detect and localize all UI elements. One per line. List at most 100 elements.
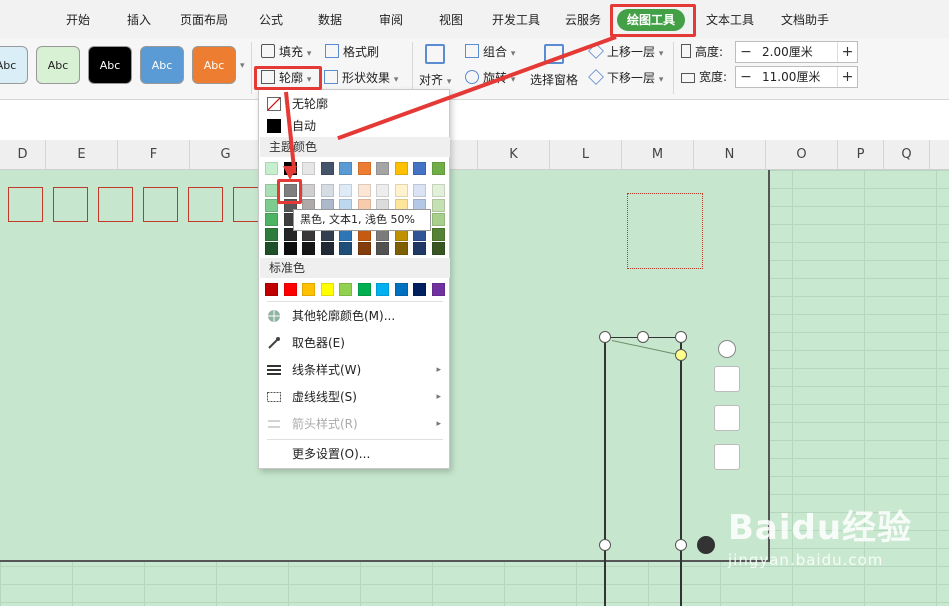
color-swatch[interactable] [413, 242, 426, 255]
width-increase-button[interactable]: + [837, 67, 857, 87]
shape-style-preset[interactable]: Abc [0, 46, 28, 84]
tab-data[interactable]: 数据 [318, 10, 342, 30]
column-header-cell[interactable]: G [190, 140, 262, 170]
color-swatch[interactable] [431, 162, 445, 175]
red-square-shape[interactable] [53, 187, 88, 222]
color-swatch[interactable] [376, 184, 389, 197]
style-gallery-expand-icon[interactable]: ▾ [240, 56, 245, 76]
column-header-cell[interactable]: L [550, 140, 622, 170]
color-swatch[interactable] [339, 242, 352, 255]
dotted-square-shape[interactable] [627, 193, 703, 269]
column-header-cell[interactable]: F [118, 140, 190, 170]
more-settings-item[interactable]: 更多设置(O)... [259, 443, 449, 465]
color-swatch[interactable] [283, 242, 297, 255]
tab-review[interactable]: 审阅 [379, 10, 403, 30]
shape-effects-button[interactable]: 形状效果 ▾ [324, 68, 398, 88]
color-swatch[interactable] [265, 227, 278, 241]
color-swatch[interactable] [357, 283, 371, 296]
color-swatch[interactable] [265, 242, 278, 255]
color-swatch[interactable] [394, 283, 408, 296]
eyedropper-item[interactable]: 取色器(E) [259, 332, 449, 354]
tab-text-tools[interactable]: 文本工具 [706, 10, 754, 30]
selected-shape-right-edge[interactable] [680, 337, 682, 606]
resize-handle[interactable] [675, 331, 687, 343]
color-swatch[interactable] [413, 283, 426, 296]
tab-cloud-service[interactable]: 云服务 [565, 10, 601, 30]
color-swatch[interactable] [431, 198, 445, 212]
color-swatch[interactable] [265, 283, 278, 296]
rotate-handle-icon[interactable] [697, 536, 715, 554]
quick-outline-icon[interactable] [714, 444, 740, 470]
color-swatch[interactable] [302, 184, 315, 197]
red-square-shape[interactable] [188, 187, 223, 222]
column-header-cell[interactable]: E [46, 140, 118, 170]
quick-style-icon[interactable] [714, 366, 740, 392]
fill-button[interactable]: 填充 ▾ [261, 42, 311, 62]
width-decrease-button[interactable]: − [736, 67, 756, 87]
color-swatch[interactable] [413, 184, 426, 197]
color-swatch[interactable] [320, 242, 334, 255]
shape-style-preset[interactable]: Abc [140, 46, 184, 84]
tab-home[interactable]: 开始 [66, 10, 90, 30]
tab-insert[interactable]: 插入 [127, 10, 151, 30]
bring-forward-button[interactable]: 上移一层 ▾ [588, 42, 663, 62]
shape-style-preset[interactable]: Abc [192, 46, 236, 84]
height-value[interactable]: 2.00厘米 [762, 42, 813, 62]
column-header-cell[interactable]: O [766, 140, 838, 170]
color-swatch[interactable] [431, 184, 445, 197]
height-decrease-button[interactable]: − [736, 42, 756, 62]
tab-developer[interactable]: 开发工具 [492, 10, 540, 30]
color-swatch[interactable] [265, 213, 278, 226]
group-button[interactable]: 组合 ▾ [465, 42, 515, 62]
tab-document-assistant[interactable]: 文档助手 [781, 10, 829, 30]
format-painter-button[interactable]: 格式刷 [325, 42, 379, 62]
column-header-cell[interactable]: D [0, 140, 46, 170]
column-header-cell[interactable]: K [478, 140, 550, 170]
color-swatch[interactable] [394, 184, 408, 197]
tab-formulas[interactable]: 公式 [259, 10, 283, 30]
adjust-handle[interactable] [675, 349, 687, 361]
shape-style-preset[interactable]: Abc [36, 46, 80, 84]
collapse-toolbar-icon[interactable] [718, 340, 736, 358]
color-swatch[interactable] [431, 227, 445, 241]
color-swatch[interactable] [413, 162, 426, 175]
resize-handle[interactable] [599, 539, 611, 551]
shape-style-preset[interactable]: Abc [88, 46, 132, 84]
tab-view[interactable]: 视图 [439, 10, 463, 30]
align-button[interactable]: 对齐 ▾ [419, 70, 451, 90]
height-increase-button[interactable]: + [837, 42, 857, 62]
color-swatch[interactable] [394, 162, 408, 175]
column-header-cell[interactable]: P [838, 140, 884, 170]
color-swatch[interactable] [339, 283, 352, 296]
color-swatch[interactable] [376, 242, 389, 255]
red-square-shape[interactable] [98, 187, 133, 222]
color-swatch[interactable] [320, 283, 334, 296]
color-swatch[interactable] [339, 184, 352, 197]
color-swatch[interactable] [357, 162, 371, 175]
color-swatch[interactable] [302, 162, 315, 175]
color-swatch[interactable] [283, 283, 297, 296]
color-swatch[interactable] [302, 283, 315, 296]
tab-page-layout[interactable]: 页面布局 [180, 10, 228, 30]
width-spinner[interactable]: − 11.00厘米 + [735, 66, 858, 88]
color-swatch[interactable] [376, 283, 389, 296]
resize-handle[interactable] [599, 331, 611, 343]
color-swatch[interactable] [357, 242, 371, 255]
color-swatch[interactable] [431, 213, 445, 226]
more-outline-colors-item[interactable]: 其他轮廓颜色(M)... [259, 305, 449, 327]
column-header-cell[interactable]: M [622, 140, 694, 170]
selected-shape-left-edge[interactable] [604, 337, 606, 606]
color-swatch[interactable] [376, 162, 389, 175]
line-style-item[interactable]: 线条样式(W) ▸ [259, 359, 449, 381]
color-swatch[interactable] [339, 162, 352, 175]
width-value[interactable]: 11.00厘米 [762, 67, 820, 87]
send-backward-button[interactable]: 下移一层 ▾ [588, 68, 663, 88]
red-square-shape[interactable] [143, 187, 178, 222]
color-swatch[interactable] [394, 242, 408, 255]
dash-style-item[interactable]: 虚线线型(S) ▸ [259, 386, 449, 408]
color-swatch[interactable] [265, 162, 278, 175]
column-header-cell[interactable]: N [694, 140, 766, 170]
height-spinner[interactable]: − 2.00厘米 + [735, 41, 858, 63]
resize-handle[interactable] [675, 539, 687, 551]
color-swatch[interactable] [431, 242, 445, 255]
